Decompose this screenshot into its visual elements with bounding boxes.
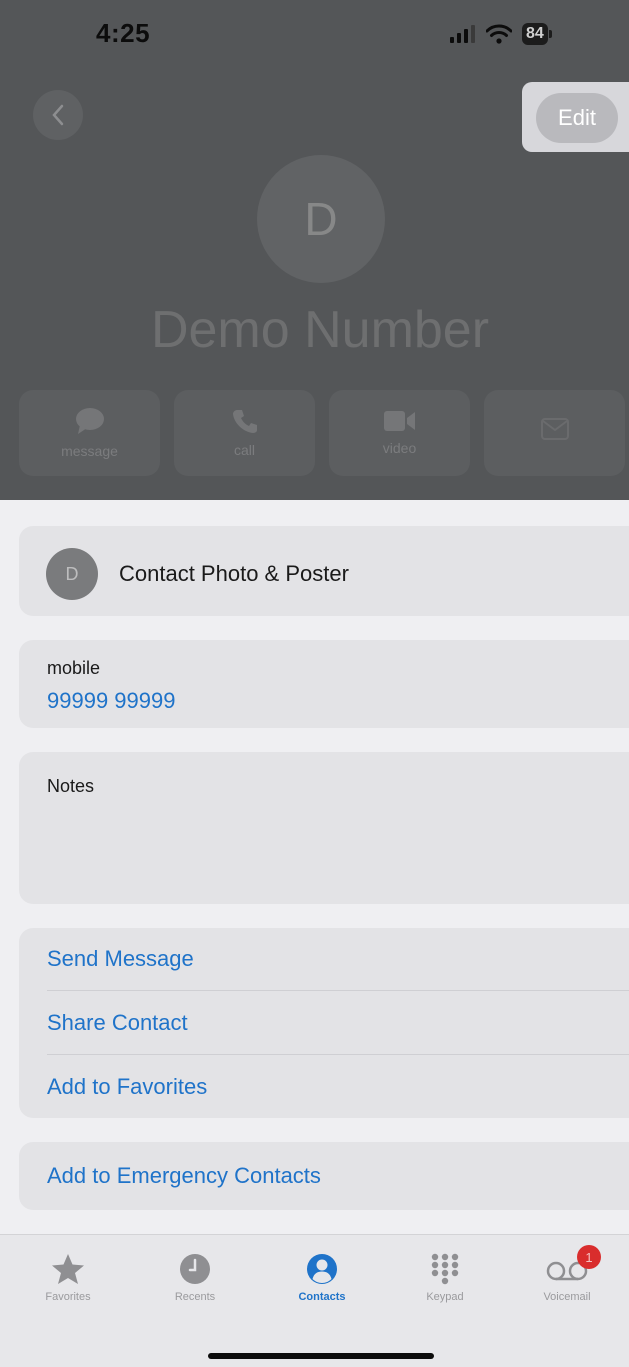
keypad-icon	[431, 1253, 459, 1285]
back-button[interactable]	[33, 90, 83, 140]
tab-voicemail-label: Voicemail	[543, 1291, 591, 1303]
battery-indicator: 84	[522, 23, 552, 45]
call-action-button[interactable]: call	[174, 390, 315, 476]
notes-card[interactable]: Notes	[19, 752, 629, 904]
message-action-label: message	[61, 443, 118, 459]
edit-button[interactable]: Edit	[536, 93, 618, 143]
contact-photo-poster-label: Contact Photo & Poster	[119, 561, 349, 586]
wifi-icon	[486, 24, 512, 44]
mail-action-button[interactable]	[484, 390, 625, 476]
tab-recents[interactable]: Recents	[140, 1253, 250, 1303]
add-to-emergency-contacts-link[interactable]: Add to Emergency Contacts	[47, 1163, 321, 1189]
status-bar: 4:25 84	[0, 0, 629, 70]
status-icons: 84	[450, 20, 552, 48]
tab-keypad[interactable]: Keypad	[390, 1253, 500, 1303]
tab-recents-label: Recents	[174, 1291, 216, 1303]
clock-icon	[180, 1254, 210, 1284]
quick-actions: message call video	[19, 390, 625, 476]
tab-contacts[interactable]: Contacts	[267, 1253, 377, 1303]
message-action-button[interactable]: message	[19, 390, 160, 476]
tab-keypad-label: Keypad	[426, 1291, 464, 1303]
call-action-label: call	[233, 442, 255, 458]
voicemail-badge: 1	[577, 1245, 601, 1269]
contact-name: Demo Number	[150, 301, 490, 359]
share-contact-link[interactable]: Share Contact	[47, 1010, 188, 1036]
chevron-left-icon	[52, 104, 64, 126]
emergency-contacts-card: Add to Emergency Contacts	[19, 1142, 629, 1210]
contact-photo-poster-row[interactable]: D Contact Photo & Poster	[19, 526, 629, 616]
divider	[47, 990, 629, 991]
phone-number-link[interactable]: 99999 99999	[47, 688, 175, 714]
contact-actions-card: Send Message Share Contact Add to Favori…	[19, 928, 629, 1118]
video-action-button[interactable]: video	[329, 390, 470, 476]
notes-label: Notes	[47, 776, 95, 796]
tab-favorites-label: Favorites	[45, 1291, 91, 1303]
contact-detail-screen: 4:25 84 Edit D Demo Number message call …	[0, 0, 629, 1367]
phone-type-label: mobile	[47, 658, 101, 678]
message-bubble-icon	[75, 408, 104, 434]
voicemail-icon-wrap: 1	[545, 1245, 601, 1285]
phone-number-card[interactable]: mobile 99999 99999	[19, 640, 629, 728]
status-time: 4:25	[96, 18, 151, 48]
video-camera-icon	[383, 411, 415, 431]
tab-favorites[interactable]: Favorites	[13, 1253, 123, 1303]
small-avatar: D	[46, 548, 98, 600]
phone-icon	[232, 410, 257, 433]
add-to-favorites-link[interactable]: Add to Favorites	[47, 1074, 207, 1100]
contact-avatar: D	[257, 155, 385, 283]
video-action-label: video	[382, 440, 417, 456]
contact-header: 4:25 84 Edit D Demo Number message call …	[0, 0, 629, 500]
send-message-link[interactable]: Send Message	[47, 946, 194, 972]
tab-voicemail[interactable]: 1 Voicemail	[512, 1245, 622, 1303]
divider	[47, 1054, 629, 1055]
cellular-signal-icon	[450, 25, 475, 43]
star-icon	[52, 1254, 84, 1284]
home-indicator	[208, 1353, 434, 1359]
tab-bar: Favorites Recents Contacts Keypad 1 Voic…	[0, 1234, 629, 1367]
mail-icon	[540, 418, 569, 440]
person-circle-icon	[307, 1254, 337, 1284]
tab-contacts-label: Contacts	[298, 1291, 346, 1303]
